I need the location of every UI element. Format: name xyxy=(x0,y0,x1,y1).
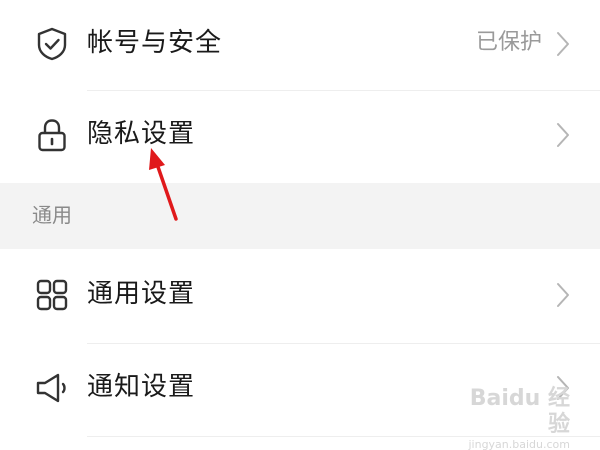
watermark-url: jingyan.baidu.com xyxy=(468,438,570,450)
chevron-right-icon xyxy=(556,282,570,308)
baidu-jingyan-watermark: Baidu 经验 jingyan.baidu.com xyxy=(450,386,570,450)
watermark-brand: Baidu 经验 xyxy=(469,386,570,437)
settings-item-account-security[interactable]: 帐号与安全 已保护 xyxy=(0,0,600,92)
chevron-right-icon xyxy=(556,122,570,148)
shield-check-icon xyxy=(34,26,70,62)
settings-item-label: 隐私设置 xyxy=(87,119,196,149)
section-title: 通用 xyxy=(32,203,72,227)
speaker-icon xyxy=(34,370,70,406)
settings-item-general[interactable]: 通用设置 xyxy=(0,251,600,343)
settings-item-privacy[interactable]: 隐私设置 xyxy=(0,91,600,183)
settings-screen: 帐号与安全 已保护 隐私设置 通用 通用设置 通知设置 Baidu 经验 jin… xyxy=(0,0,600,450)
section-header-general: 通用 xyxy=(0,183,600,249)
settings-item-label: 通用设置 xyxy=(87,279,196,309)
chevron-right-icon xyxy=(556,31,570,57)
lock-icon xyxy=(34,117,70,153)
grid-icon xyxy=(34,277,70,313)
protection-status: 已保护 xyxy=(475,30,542,55)
settings-item-label: 帐号与安全 xyxy=(87,28,223,58)
settings-item-label: 通知设置 xyxy=(87,372,196,402)
